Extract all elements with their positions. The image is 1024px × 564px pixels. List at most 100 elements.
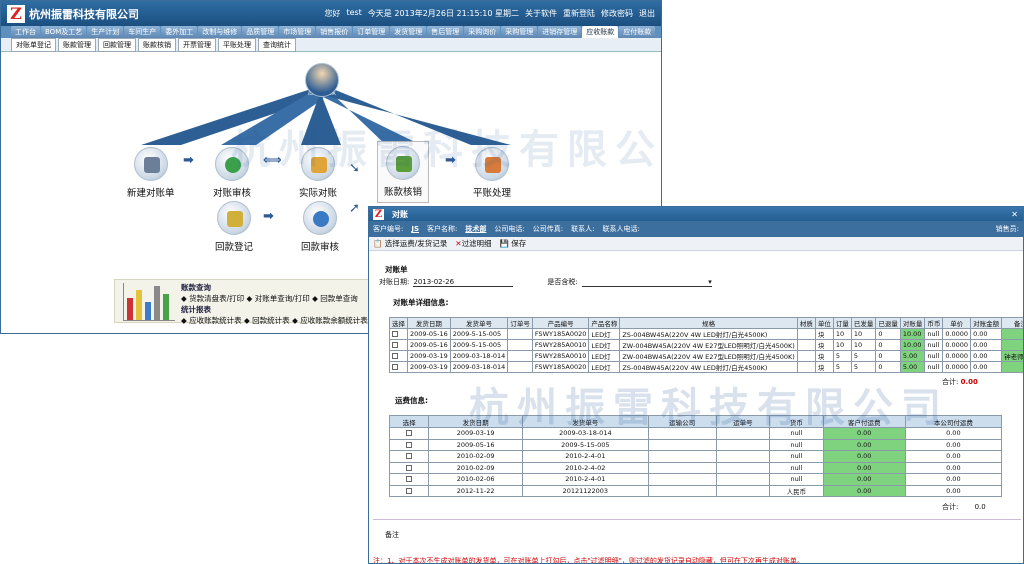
- node-writeoff[interactable]: 账款核销: [377, 141, 430, 203]
- module-tab[interactable]: 市场管理: [279, 26, 316, 38]
- table-cell: 2012-11-22: [428, 484, 523, 497]
- table-cell: 0.00: [822, 461, 906, 474]
- column-header: 币币: [924, 317, 944, 329]
- sub-tab[interactable]: 回款管理: [98, 37, 136, 52]
- module-tab[interactable]: 发货管理: [390, 26, 427, 38]
- remark-area[interactable]: 备注: [373, 519, 1021, 549]
- review-icon: [215, 147, 249, 181]
- module-tab[interactable]: 售后管理: [427, 26, 464, 38]
- table-cell: [647, 438, 717, 451]
- select-shipment-button[interactable]: 📋 选择运费/发货记录: [373, 238, 447, 249]
- table-cell: FSWY285A0010: [531, 350, 590, 362]
- change-password-link[interactable]: 修改密码: [601, 8, 633, 19]
- table-cell: 2009-03-19: [407, 350, 451, 362]
- row-checkbox[interactable]: [388, 461, 430, 474]
- row-checkbox[interactable]: [388, 450, 430, 463]
- table-cell: [507, 328, 533, 340]
- table-cell: LED灯: [588, 339, 621, 351]
- table-cell: 块: [814, 350, 834, 362]
- ship-title: 运费信息:: [395, 396, 428, 405]
- table-cell: [715, 438, 771, 451]
- node-payment-review[interactable]: 回款审核: [301, 201, 339, 253]
- column-header: 对账金额: [970, 317, 1003, 329]
- node-actual-reconcile[interactable]: 实际对账: [299, 147, 337, 199]
- table-row: 2009-05-16 2009-5-15-005 null 0.00 0.00: [388, 438, 1003, 451]
- sub-tab[interactable]: 查询统计: [258, 37, 296, 52]
- row-checkbox[interactable]: [388, 484, 430, 497]
- sub-tab[interactable]: 开票管理: [178, 37, 216, 52]
- table-cell: 0.00: [822, 484, 906, 497]
- module-tab[interactable]: 工作台: [11, 26, 40, 38]
- row-checkbox[interactable]: [388, 473, 430, 486]
- table-cell: 0.0000: [942, 350, 972, 362]
- row-checkbox[interactable]: [389, 339, 408, 351]
- table-cell: 2009-03-18-014: [449, 361, 509, 373]
- footnote: 注：1、对于本次不生成对账单的发货单，可在对账单上打勾后，点击"过滤明细"，则过…: [373, 557, 804, 564]
- table-cell: [796, 328, 816, 340]
- module-tab[interactable]: 应收账款: [582, 26, 619, 38]
- table-cell: 5: [832, 350, 852, 362]
- module-tab[interactable]: 订单管理: [353, 26, 390, 38]
- module-tab[interactable]: 进销存管理: [538, 26, 582, 38]
- username: test: [346, 8, 362, 17]
- sub-tab[interactable]: 对账单登记: [11, 37, 56, 52]
- table-cell: LED灯: [588, 350, 621, 362]
- date-field[interactable]: 2013-02-26: [413, 278, 514, 287]
- about-link[interactable]: 关于软件: [525, 8, 557, 19]
- table-cell: ZS-004BW45A(220V 4W LED射灯/白光4500K): [619, 361, 798, 373]
- table-cell: [1001, 361, 1023, 373]
- module-tab[interactable]: BOM及工艺: [41, 26, 87, 38]
- row-checkbox[interactable]: [389, 361, 408, 373]
- module-tab[interactable]: 采购询价: [464, 26, 501, 38]
- node-statement-review[interactable]: 对账审核: [213, 147, 251, 199]
- table-cell: 0.00: [970, 350, 1003, 362]
- sub-tab[interactable]: 账款管理: [58, 37, 96, 52]
- table-cell: [715, 484, 771, 497]
- relogin-link[interactable]: 重新登陆: [563, 8, 595, 19]
- column-header: 已退量: [875, 317, 901, 329]
- table-cell: 0.00: [822, 427, 906, 440]
- date-row: 对账日期: 2013-02-26 是否含税: ▾: [379, 277, 712, 287]
- table-row: 2009-03-19 2009-03-18-014 null 0.00 0.00: [388, 427, 1003, 440]
- row-checkbox[interactable]: [389, 350, 408, 362]
- tax-select[interactable]: ▾: [581, 278, 712, 287]
- table-cell: 2009-5-15-005: [521, 438, 649, 451]
- module-tab[interactable]: 应付账款: [619, 26, 656, 38]
- column-header: 单价: [942, 317, 972, 329]
- table-cell: 0.00: [904, 461, 1003, 474]
- module-tab[interactable]: 销售报价: [316, 26, 353, 38]
- filter-button[interactable]: ✕过滤明细: [455, 238, 491, 249]
- module-tab[interactable]: 委外加工: [161, 26, 198, 38]
- node-payment-register[interactable]: 回款登记: [215, 201, 253, 253]
- table-cell: 0.00: [970, 328, 1003, 340]
- table-cell: 0.00: [904, 450, 1003, 463]
- row-checkbox[interactable]: [388, 438, 430, 451]
- table-cell: 2010-02-06: [428, 473, 523, 486]
- table-cell: 10.00: [899, 339, 926, 351]
- table-row: 2010-02-09 2010-2-4-02 null 0.00 0.00: [388, 461, 1003, 474]
- row-checkbox[interactable]: [389, 328, 408, 340]
- column-header: 选择: [388, 415, 430, 428]
- detail-total: 合计: 0.00: [942, 378, 978, 386]
- report-links-stats[interactable]: ◆ 应收账款统计表 ◆ 回款统计表 ◆ 应收账款余额统计表: [181, 315, 368, 326]
- row-checkbox[interactable]: [388, 427, 430, 440]
- module-tab[interactable]: 生产计划: [87, 26, 124, 38]
- module-tab[interactable]: 采购管理: [501, 26, 538, 38]
- node-new-statement[interactable]: 新建对账单: [127, 147, 175, 199]
- report-links-query[interactable]: ◆ 货款清盘表/打印 ◆ 对账单查询/打印 ◆ 回款单查询: [181, 293, 368, 304]
- table-cell: 5: [850, 361, 877, 373]
- node-balance[interactable]: 平账处理: [473, 147, 511, 199]
- module-tab[interactable]: 品质管理: [242, 26, 279, 38]
- table-cell: 2010-02-09: [428, 450, 523, 463]
- exit-link[interactable]: 退出: [639, 8, 655, 19]
- table-cell: null: [924, 361, 944, 373]
- sub-tab[interactable]: 平账处理: [218, 37, 256, 52]
- tab-statement[interactable]: 对账单: [385, 264, 408, 275]
- module-tab[interactable]: 改制与维修: [198, 26, 242, 38]
- save-button[interactable]: 💾 保存: [500, 238, 527, 249]
- module-tab[interactable]: 车间生产: [124, 26, 161, 38]
- column-header: 运单号: [715, 415, 771, 428]
- balance-icon: [475, 147, 509, 181]
- close-icon[interactable]: ✕: [1011, 210, 1023, 219]
- sub-tab[interactable]: 账款核销: [138, 37, 176, 52]
